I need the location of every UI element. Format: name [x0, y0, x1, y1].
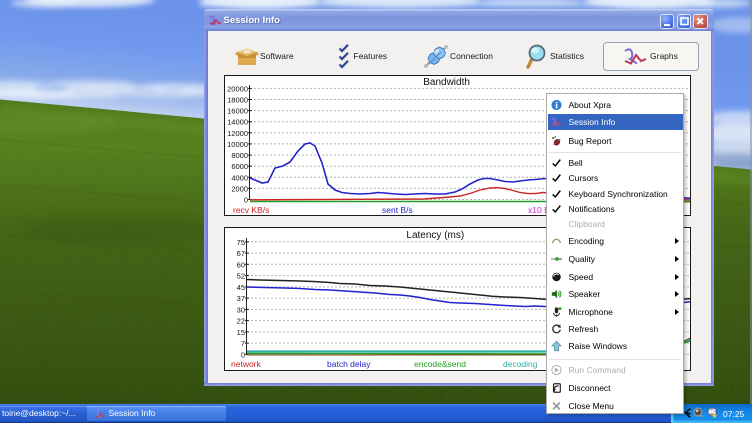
svg-text:67: 67	[237, 249, 245, 258]
svg-text:2000: 2000	[231, 184, 248, 193]
svg-text:52: 52	[237, 272, 245, 281]
svg-text:decoding: decoding	[503, 359, 538, 369]
svg-text:0: 0	[244, 196, 248, 205]
svg-text:7: 7	[241, 339, 245, 348]
svg-text:18000: 18000	[227, 96, 248, 105]
svg-text:22: 22	[237, 317, 245, 326]
svg-text:14000: 14000	[227, 118, 248, 127]
svg-text:15: 15	[237, 328, 245, 337]
svg-text:20000: 20000	[227, 84, 248, 93]
svg-text:Latency (ms): Latency (ms)	[406, 230, 464, 241]
svg-text:37: 37	[237, 294, 245, 303]
svg-text:6000: 6000	[231, 162, 248, 171]
svg-text:network: network	[231, 359, 262, 369]
svg-text:10000: 10000	[227, 140, 248, 149]
svg-text:batch delay: batch delay	[327, 359, 371, 369]
svg-text:4000: 4000	[231, 173, 248, 182]
svg-text:45: 45	[237, 283, 245, 292]
svg-text:recv KB/s: recv KB/s	[233, 205, 269, 215]
svg-text:16000: 16000	[227, 107, 248, 116]
svg-text:8000: 8000	[231, 151, 248, 160]
svg-text:sent B/s: sent B/s	[382, 205, 413, 215]
svg-text:12000: 12000	[227, 129, 248, 138]
svg-text:30: 30	[237, 305, 245, 314]
svg-text:Bandwidth: Bandwidth	[423, 77, 470, 88]
svg-text:60: 60	[237, 260, 245, 269]
svg-text:75: 75	[237, 238, 245, 247]
svg-text:encode&send: encode&send	[414, 359, 466, 369]
